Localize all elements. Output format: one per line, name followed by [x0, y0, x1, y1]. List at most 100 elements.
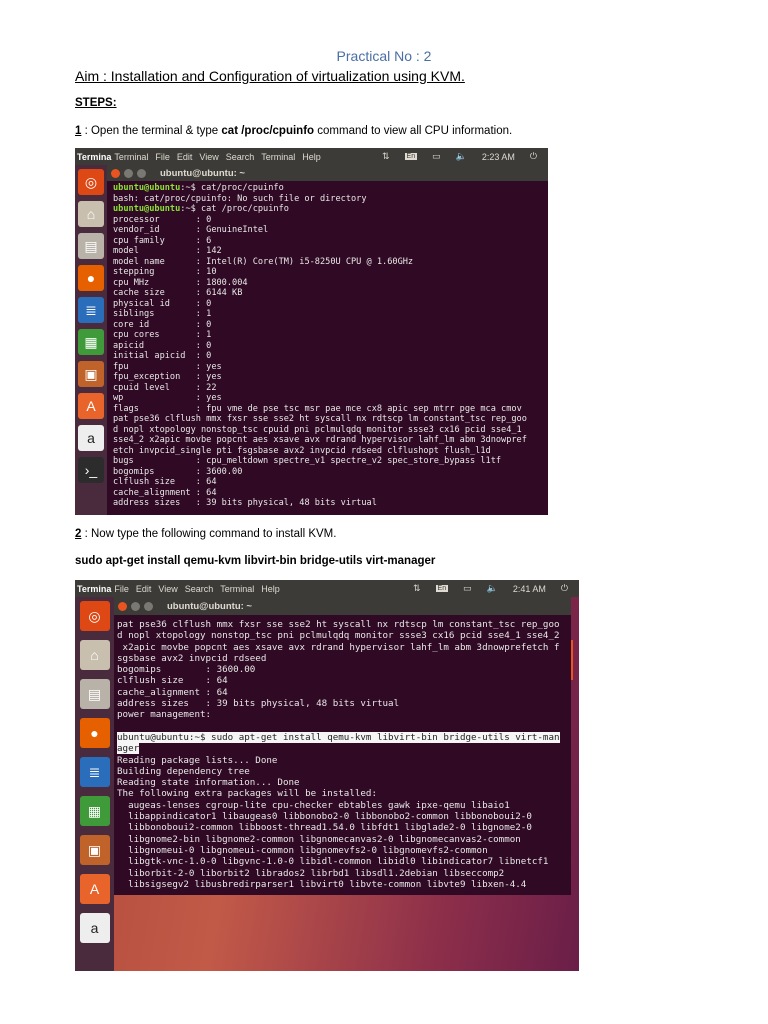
terminal-line: cache_alignment : 64 — [113, 488, 548, 499]
impress-icon[interactable]: ▣ — [78, 361, 104, 387]
files-icon[interactable]: ⌂ — [78, 201, 104, 227]
line-text: ubuntu@ubuntu:~$ sudo apt-get install qe… — [117, 731, 560, 743]
prompt: ubuntu@ubuntu — [113, 204, 181, 214]
scrollbar[interactable] — [571, 640, 573, 680]
power-icon[interactable]: ⏻ — [530, 151, 537, 162]
firefox-icon[interactable]: ● — [79, 718, 110, 748]
ubuntu-dash-icon[interactable]: ◎ — [78, 169, 104, 195]
line-text: libgnome2-bin libgnome2-common libgnomec… — [117, 833, 521, 845]
install-command: sudo apt-get install qemu-kvm libvirt-bi… — [75, 555, 436, 567]
terminal-line: initial apicid : 0 — [113, 351, 548, 362]
battery-icon: ▭ — [432, 151, 441, 161]
amazon-icon[interactable]: a — [78, 425, 104, 451]
terminal-line: ubuntu@ubuntu:~$ cat/proc/cpuinfo — [113, 183, 548, 194]
menu-item-help[interactable]: Help — [302, 152, 321, 162]
terminal-output[interactable]: pat pse36 clflush mmx fxsr sse sse2 ht s… — [114, 615, 571, 895]
menu-item-help[interactable]: Help — [261, 584, 280, 594]
terminal-line: ager — [117, 743, 571, 755]
menu-item-view[interactable]: View — [158, 584, 177, 594]
menu-item-file[interactable]: File — [155, 152, 170, 162]
page-title: Practical No : 2 — [336, 48, 432, 64]
terminal-line: address sizes : 39 bits physical, 48 bit… — [117, 698, 571, 709]
terminal-titlebar: ubuntu@ubuntu: ~ — [114, 597, 571, 615]
terminal-line: cpuid level : 22 — [113, 383, 548, 394]
power-icon[interactable]: ⏻ — [561, 583, 568, 594]
step-command: cat /proc/cpuinfo — [221, 125, 315, 137]
terminal-line: libgnome2-bin libgnome2-common libgnomec… — [117, 834, 571, 845]
terminal-line: d nopl xtopology nonstop_tsc cpuid pni p… — [113, 425, 548, 436]
network-icon: ⇅ — [382, 151, 390, 161]
line-text: address sizes : 39 bits physical, 48 bit… — [113, 498, 377, 508]
step-1-text: 1 : Open the terminal & type cat /proc/c… — [75, 125, 512, 137]
terminal-line: wp : yes — [113, 393, 548, 404]
software-center-icon[interactable]: A — [78, 393, 104, 419]
terminal-line: cpu MHz : 1800.004 — [113, 278, 548, 289]
close-icon[interactable] — [111, 168, 120, 178]
menu-item-terminal[interactable]: Terminal — [114, 152, 148, 162]
terminal-line: model name : Intel(R) Core(TM) i5-8250U … — [113, 257, 548, 268]
menu-item-edit[interactable]: Edit — [177, 152, 193, 162]
terminal-line: Building dependency tree — [117, 766, 571, 777]
ubuntu-dash-icon[interactable]: ◎ — [79, 601, 110, 631]
step-text: command to view all CPU information. — [314, 125, 513, 137]
writer-icon[interactable]: ≣ — [79, 757, 110, 787]
line-text: clflush size : 64 — [117, 675, 228, 687]
menu-item-search[interactable]: Search — [226, 152, 255, 162]
calc-icon[interactable]: ▦ — [79, 796, 110, 826]
firefox-icon[interactable]: ● — [78, 265, 104, 291]
minimize-icon[interactable] — [131, 601, 140, 611]
line-text: bash: cat/proc/cpuinfo: No such file or … — [113, 193, 367, 204]
line-text: etch invpcid_single pti fsgsbase avx2 in… — [113, 445, 491, 456]
minimize-icon[interactable] — [124, 168, 133, 178]
menu-item-terminal[interactable]: Terminal — [261, 152, 295, 162]
terminal-line: pat pse36 clflush mmx fxsr sse sse2 ht s… — [117, 619, 571, 630]
terminal-line: cpu cores : 1 — [113, 330, 548, 341]
terminal-line: cache_alignment : 64 — [117, 687, 571, 698]
keyboard-lang[interactable]: En — [435, 585, 449, 592]
terminal-line: power management: — [117, 709, 571, 720]
calc-icon[interactable]: ▦ — [78, 329, 104, 355]
line-text: vendor_id : GenuineIntel — [113, 225, 269, 235]
impress-icon[interactable]: ▣ — [79, 835, 110, 865]
line-text: libbonoboui2-common libboost-thread1.54.… — [117, 822, 532, 834]
menu-item-terminal[interactable]: Terminal — [220, 584, 254, 594]
terminal-line: fpu_exception : yes — [113, 372, 548, 383]
keyboard-lang[interactable]: En — [404, 153, 418, 160]
line-text: address sizes : 39 bits physical, 48 bit… — [117, 698, 400, 710]
terminal-line: The following extra packages will be ins… — [117, 788, 571, 799]
writer-icon[interactable]: ≣ — [78, 297, 104, 323]
close-icon[interactable] — [118, 601, 127, 611]
file-cabinet-icon[interactable]: ▤ — [79, 679, 110, 709]
terminal-line: clflush size : 64 — [117, 675, 571, 686]
line-text: siblings : 1 — [113, 309, 212, 319]
menu-item-view[interactable]: View — [199, 152, 218, 162]
terminal-line: cpu family : 6 — [113, 236, 548, 247]
line-text: flags : fpu vme de pse tsc msr pae mce c… — [113, 403, 522, 414]
menu-item-search[interactable]: Search — [185, 584, 214, 594]
menu-item-file[interactable]: File — [114, 584, 129, 594]
software-center-icon[interactable]: A — [79, 874, 110, 904]
maximize-icon[interactable] — [144, 601, 153, 611]
terminal-titlebar: ubuntu@ubuntu: ~ — [107, 165, 548, 181]
line-text: libsigsegv2 libusbredirparser1 libvirt0 … — [117, 878, 527, 890]
terminal-line: physical id : 0 — [113, 299, 548, 310]
network-icon: ⇅ — [413, 583, 421, 593]
maximize-icon[interactable] — [137, 168, 146, 178]
line-text: wp : yes — [113, 393, 222, 403]
terminal-line: etch invpcid_single pti fsgsbase avx2 in… — [113, 446, 548, 457]
terminal-icon[interactable]: ›_ — [78, 457, 104, 483]
line-text: libappindicator1 libaugeas0 libbonobo2-0… — [117, 811, 532, 823]
line-text: d nopl xtopology nonstop_tsc cpuid pni p… — [113, 424, 522, 435]
line-text: cache_alignment : 64 — [113, 487, 217, 498]
amazon-icon[interactable]: a — [79, 913, 110, 943]
terminal-output[interactable]: ubuntu@ubuntu:~$ cat/proc/cpuinfo bash: c… — [107, 181, 548, 515]
terminal-line: libgnomeui-0 libgnomeui-common libgnomev… — [117, 845, 571, 856]
menu-item-edit[interactable]: Edit — [136, 584, 152, 594]
launcher: ◎ ⌂ ▤ ● ≣ ▦ ▣ Aa — [75, 597, 114, 971]
file-cabinet-icon[interactable]: ▤ — [78, 233, 104, 259]
files-icon[interactable]: ⌂ — [79, 640, 110, 670]
window-title: ubuntu@ubuntu: ~ — [167, 600, 252, 612]
battery-icon: ▭ — [463, 583, 472, 593]
line-text: cpu MHz : 1800.004 — [113, 277, 248, 288]
terminal-line: fpu : yes — [113, 362, 548, 373]
